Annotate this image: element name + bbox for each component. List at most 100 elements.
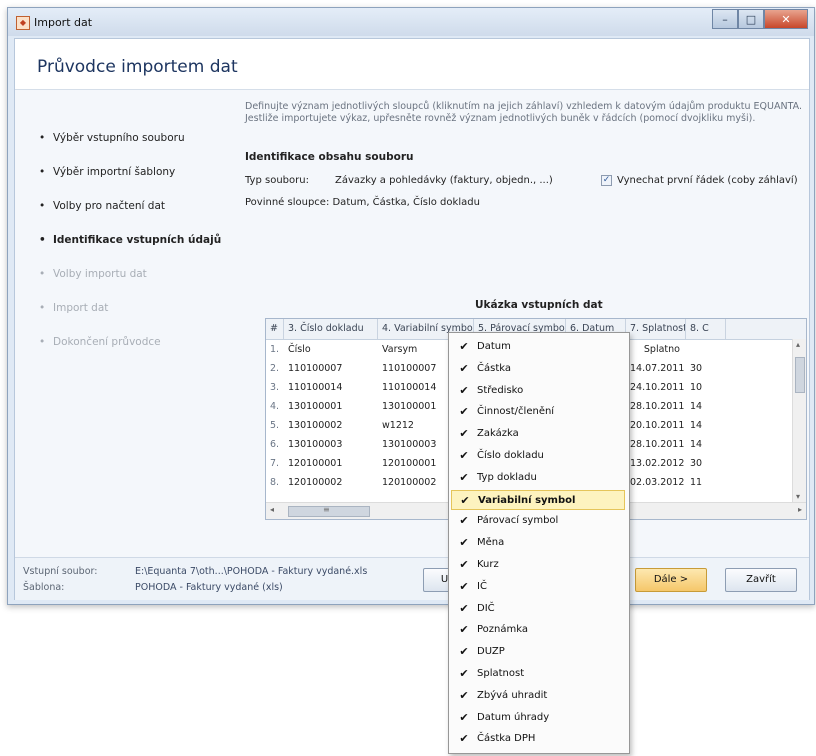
grid-cell: 28.10.2011 xyxy=(630,439,685,450)
scroll-up-icon[interactable]: ▴ xyxy=(796,340,800,349)
grid-cell: 120100002 xyxy=(288,477,343,488)
checkmark-icon: ✔ xyxy=(459,449,469,462)
skip-first-row-checkbox[interactable]: ✓ Vynechat první řádek (coby záhlaví) xyxy=(601,175,798,186)
grid-column-header[interactable]: 3. Číslo dokladu xyxy=(284,319,378,339)
checkmark-icon: ✔ xyxy=(459,645,469,659)
context-menu-item-label: Částka xyxy=(477,362,511,374)
grid-cell: 110100007 xyxy=(288,363,343,374)
column-meaning-context-menu: ✔ Datum ✔ Částka ✔ Středisko ✔ Činnost/členění ✔… xyxy=(448,332,630,754)
close-window-button[interactable]: ✕ xyxy=(764,9,808,29)
context-menu-item[interactable]: ✔ Činnost/členění xyxy=(451,402,625,422)
title-bar[interactable]: ◆ Import dat – □ ✕ xyxy=(8,8,814,36)
context-menu-item[interactable]: ✔ Poznámka xyxy=(451,620,625,640)
context-menu-item-label: DUZP xyxy=(477,646,505,658)
grid-cell: 10 xyxy=(690,382,703,393)
context-menu-item[interactable]: ✔ Splatnost xyxy=(451,664,625,684)
grid-cell: 14.07.2011 xyxy=(630,363,685,374)
input-file-label: Vstupní soubor: xyxy=(23,566,98,577)
wizard-step[interactable]: • Výběr vstupního souboru xyxy=(31,121,231,155)
context-menu-item[interactable]: ✔ Částka DPH xyxy=(451,729,625,749)
bullet-icon: • xyxy=(39,132,46,144)
grid-column-header[interactable]: 7. Splatnost xyxy=(626,319,686,339)
wizard-header: Průvodce importem dat xyxy=(15,39,809,90)
checkmark-icon: ✔ xyxy=(460,493,470,507)
context-menu-item[interactable]: ✔ DIČ xyxy=(451,599,625,619)
grid-cell: 110100014 xyxy=(288,382,343,393)
wizard-step[interactable]: • Identifikace vstupních údajů xyxy=(31,223,231,257)
context-menu-item-label: Typ dokladu xyxy=(477,471,537,483)
context-menu-item[interactable]: ✔ IČ xyxy=(451,577,625,597)
wizard-step[interactable]: • Import dat xyxy=(31,291,231,325)
file-type-label: Typ souboru: xyxy=(245,175,309,186)
vertical-scroll-thumb[interactable] xyxy=(795,357,805,393)
grid-cell: 130100003 xyxy=(288,439,343,450)
wizard-step-label: Volby pro načtení dat xyxy=(53,200,166,212)
input-file-value: E:\Equanta 7\oth...\POHODA - Faktury vyd… xyxy=(135,566,368,577)
context-menu-item-label: Činnost/členění xyxy=(477,406,555,418)
context-menu-item-label: Variabilní symbol xyxy=(478,494,576,506)
wizard-step-label: Výběr importní šablony xyxy=(53,166,176,178)
bullet-icon: • xyxy=(39,166,46,178)
grid-cell: 13.02.2012 xyxy=(630,458,685,469)
checkmark-icon: ✔ xyxy=(459,536,469,550)
context-menu-item[interactable]: ✔ Variabilní symbol xyxy=(451,489,625,510)
context-menu-item[interactable]: ✔ Párovací symbol xyxy=(451,511,625,531)
grid-cell: 2. xyxy=(270,363,280,374)
bullet-icon: • xyxy=(39,268,46,280)
checkmark-icon: ✔ xyxy=(459,470,469,484)
context-menu-item[interactable]: ✔ Číslo dokladu xyxy=(451,446,625,466)
context-menu-item[interactable]: ✔ Zakázka xyxy=(451,424,625,444)
context-menu-item[interactable]: ✔ Typ dokladu xyxy=(451,468,625,488)
grid-cell: Číslo xyxy=(288,344,311,355)
scroll-down-icon[interactable]: ▾ xyxy=(796,492,800,501)
context-menu-item[interactable]: ✔ DUZP xyxy=(451,642,625,662)
grid-cell: 3. xyxy=(270,382,280,393)
wizard-step[interactable]: • Volby pro načtení dat xyxy=(31,189,231,223)
context-menu-item-label: Středisko xyxy=(477,384,524,396)
context-menu-item[interactable]: ✔ Měna xyxy=(451,533,625,553)
checkbox-icon[interactable]: ✓ xyxy=(601,175,612,186)
vertical-scrollbar[interactable]: ▴ ▾ xyxy=(792,339,806,502)
horizontal-scroll-thumb[interactable]: ≡ xyxy=(288,505,370,517)
context-menu-item-label: Splatnost xyxy=(477,668,525,679)
checkmark-icon: ✔ xyxy=(459,427,469,441)
context-menu-item[interactable]: ✔ Částka xyxy=(451,359,625,379)
template-label: Šablona: xyxy=(23,582,65,593)
context-menu-item[interactable]: ✔ Datum úhrady xyxy=(451,708,625,728)
context-menu-item[interactable]: ✔ Kurz xyxy=(451,555,625,575)
next-button[interactable]: Dále > xyxy=(635,568,707,592)
grid-cell: 11 xyxy=(690,477,703,488)
maximize-button[interactable]: □ xyxy=(738,9,764,29)
scroll-left-icon[interactable]: ◂ xyxy=(270,505,274,514)
wizard-step[interactable]: • Výběr importní šablony xyxy=(31,155,231,189)
checkmark-icon: ✔ xyxy=(459,383,469,397)
grid-cell: 30 xyxy=(690,458,703,469)
import-dialog: ◆ Import dat – □ ✕ Průvodce importem dat… xyxy=(7,7,815,605)
wizard-step-label: Import dat xyxy=(53,302,109,314)
context-menu-item-label: Částka DPH xyxy=(477,733,536,745)
wizard-step[interactable]: • Dokončení průvodce xyxy=(31,325,231,359)
context-menu-item-label: IČ xyxy=(477,580,487,592)
grid-cell: 4. xyxy=(270,401,280,412)
context-menu-item-label: Číslo dokladu xyxy=(477,450,544,461)
grid-column-header[interactable]: 8. C xyxy=(686,319,726,339)
grid-cell: 120100001 xyxy=(288,458,343,469)
grid-column-header[interactable]: # xyxy=(266,319,284,339)
required-columns-text: Povinné sloupce: Datum, Částka, Číslo do… xyxy=(245,197,480,208)
checkmark-icon: ✔ xyxy=(459,558,469,571)
wizard-step[interactable]: • Volby importu dat xyxy=(31,257,231,291)
grid-cell: 02.03.2012 xyxy=(630,477,685,488)
close-button[interactable]: Zavřít xyxy=(725,568,797,592)
checkmark-icon: ✔ xyxy=(459,667,469,680)
grid-cell: 7. xyxy=(270,458,280,469)
context-menu-item[interactable]: ✔ Středisko xyxy=(451,381,625,401)
grid-cell: 14 xyxy=(690,420,703,431)
context-menu-item[interactable]: ✔ Zbývá uhradit xyxy=(451,686,625,706)
context-menu-item[interactable]: ✔ Datum xyxy=(451,337,625,357)
context-menu-item-label: Zbývá uhradit xyxy=(477,689,548,701)
scroll-right-icon[interactable]: ▸ xyxy=(798,505,802,514)
minimize-button[interactable]: – xyxy=(712,9,738,29)
context-menu-item-label: Párovací symbol xyxy=(477,515,559,527)
section-title: Identifikace obsahu souboru xyxy=(245,151,414,163)
bullet-icon: • xyxy=(39,200,46,212)
